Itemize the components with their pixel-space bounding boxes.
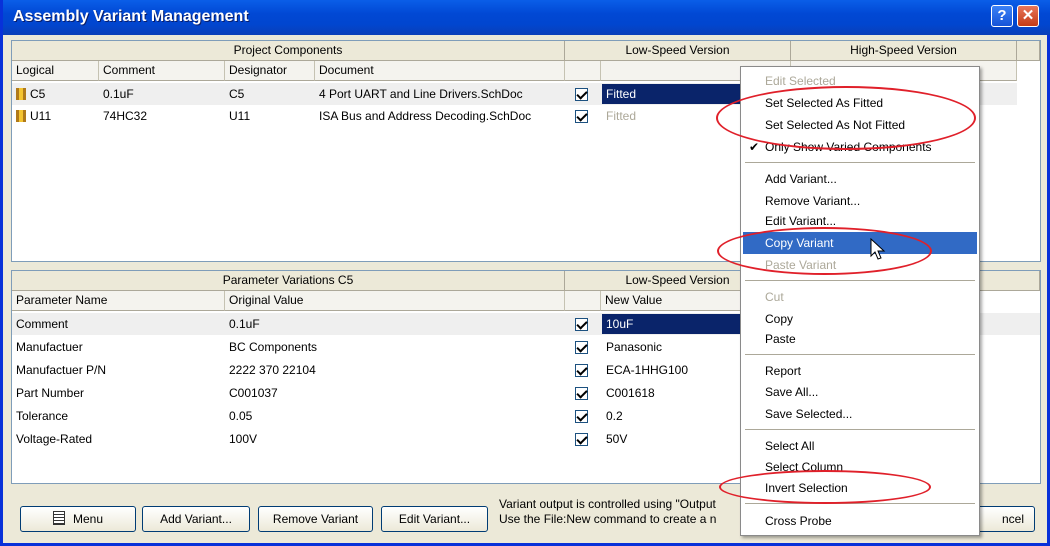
menu-item-cross-probe[interactable]: Cross Probe: [743, 510, 977, 532]
menu-separator: [745, 429, 975, 430]
title-bar: Assembly Variant Management ? ✕: [3, 0, 1050, 35]
group-header-project-components: Project Components: [12, 41, 565, 61]
menu-item-invert-selection[interactable]: Invert Selection: [743, 477, 977, 499]
col-comment[interactable]: Comment: [99, 61, 225, 81]
header-filler: [1017, 41, 1040, 61]
param-name-cell[interactable]: Manufactuer: [12, 336, 225, 358]
menu-button[interactable]: Menu: [20, 506, 136, 532]
group-header-high-speed[interactable]: High-Speed Version: [791, 41, 1017, 61]
col-parameter-name[interactable]: Parameter Name: [12, 291, 225, 311]
col-check: [565, 61, 601, 81]
logical-cell[interactable]: U11: [12, 105, 99, 127]
remove-variant-button[interactable]: Remove Variant: [258, 506, 373, 532]
original-value-cell[interactable]: BC Components: [225, 336, 565, 358]
param-checkbox[interactable]: [575, 433, 588, 446]
param-name-cell[interactable]: Voltage-Rated: [12, 428, 225, 450]
param-checkbox[interactable]: [575, 387, 588, 400]
param-name-cell[interactable]: Tolerance: [12, 405, 225, 427]
help-icon[interactable]: ?: [991, 5, 1013, 27]
new-value-cell[interactable]: 0.2: [602, 405, 752, 427]
menu-item-save-all[interactable]: Save All...: [743, 381, 977, 403]
menu-button-label: Menu: [72, 512, 104, 526]
menu-separator: [745, 354, 975, 355]
menu-separator: [745, 162, 975, 163]
menu-separator: [745, 280, 975, 281]
menu-item-paste[interactable]: Paste: [743, 328, 977, 350]
param-name-cell[interactable]: Part Number: [12, 382, 225, 404]
designator-cell[interactable]: U11: [225, 105, 315, 127]
menu-item-report[interactable]: Report: [743, 360, 977, 382]
param-checkbox[interactable]: [575, 410, 588, 423]
designator-cell[interactable]: C5: [225, 83, 315, 105]
component-icon: [16, 88, 26, 100]
document-cell[interactable]: 4 Port UART and Line Drivers.SchDoc: [315, 83, 565, 105]
menu-item-copy-variant[interactable]: Copy Variant: [743, 232, 977, 254]
menu-item-remove-variant[interactable]: Remove Variant...: [743, 190, 977, 212]
param-checkbox[interactable]: [575, 341, 588, 354]
close-icon[interactable]: ✕: [1017, 5, 1039, 27]
menu-separator: [745, 503, 975, 504]
group-header-low-speed[interactable]: Low-Speed Version: [565, 41, 791, 61]
edit-variant-button[interactable]: Edit Variant...: [381, 506, 488, 532]
window-title: Assembly Variant Management: [13, 8, 249, 25]
param-name-cell[interactable]: Manufactuer P/N: [12, 359, 225, 381]
menu-item-only-show-varied[interactable]: ✔ Only Show Varied Components: [743, 136, 977, 158]
original-value-cell[interactable]: 0.05: [225, 405, 565, 427]
status-line-1: Variant output is controlled using "Outp…: [499, 497, 716, 511]
menu-item-copy[interactable]: Copy: [743, 308, 977, 330]
menu-item-edit-variant[interactable]: Edit Variant...: [743, 210, 977, 232]
variant-value-cell[interactable]: Fitted: [602, 105, 752, 127]
status-text: Variant output is controlled using "Outp…: [499, 497, 716, 527]
logical-value: C5: [30, 87, 46, 101]
new-value-cell[interactable]: 50V: [602, 428, 752, 450]
new-value-cell[interactable]: Panasonic: [602, 336, 752, 358]
param-name-cell[interactable]: Comment: [12, 313, 225, 335]
param-checkbox[interactable]: [575, 318, 588, 331]
document-cell[interactable]: ISA Bus and Address Decoding.SchDoc: [315, 105, 565, 127]
original-value-cell[interactable]: 0.1uF: [225, 313, 565, 335]
component-icon: [16, 110, 26, 122]
logical-value: U11: [30, 109, 52, 123]
menu-item-label: Only Show Varied Components: [765, 140, 932, 154]
col-document[interactable]: Document: [315, 61, 565, 81]
comment-cell[interactable]: 74HC32: [99, 105, 225, 127]
menu-item-select-all[interactable]: Select All: [743, 435, 977, 457]
col-designator[interactable]: Designator: [225, 61, 315, 81]
variant-value-cell[interactable]: Fitted: [602, 84, 752, 104]
original-value-cell[interactable]: C001037: [225, 382, 565, 404]
original-value-cell[interactable]: 2222 370 22104: [225, 359, 565, 381]
status-line-2: Use the File:New command to create a n: [499, 512, 717, 526]
new-value-cell[interactable]: C001618: [602, 382, 752, 404]
menu-icon: [52, 511, 65, 525]
col-check: [565, 291, 601, 311]
menu-item-paste-variant[interactable]: Paste Variant: [743, 254, 977, 276]
col-logical[interactable]: Logical: [12, 61, 99, 81]
original-value-cell[interactable]: 100V: [225, 428, 565, 450]
menu-item-edit-selected[interactable]: Edit Selected: [743, 70, 977, 92]
mouse-pointer-icon: [870, 238, 886, 260]
new-value-cell[interactable]: ECA-1HHG100: [602, 359, 752, 381]
comment-cell[interactable]: 0.1uF: [99, 83, 225, 105]
fitted-checkbox[interactable]: [575, 110, 588, 123]
menu-item-set-fitted[interactable]: Set Selected As Fitted: [743, 92, 977, 114]
menu-item-add-variant[interactable]: Add Variant...: [743, 168, 977, 190]
add-variant-button[interactable]: Add Variant...: [142, 506, 250, 532]
new-value-cell[interactable]: 10uF: [602, 314, 752, 334]
fitted-checkbox[interactable]: [575, 88, 588, 101]
check-icon: ✔: [749, 140, 760, 154]
menu-item-save-selected[interactable]: Save Selected...: [743, 403, 977, 425]
group-header-parameter-variations: Parameter Variations C5: [12, 271, 565, 291]
menu-item-select-column[interactable]: Select Column: [743, 456, 977, 478]
logical-cell[interactable]: C5: [12, 83, 99, 105]
col-original-value[interactable]: Original Value: [225, 291, 565, 311]
param-checkbox[interactable]: [575, 364, 588, 377]
menu-item-set-not-fitted[interactable]: Set Selected As Not Fitted: [743, 114, 977, 136]
context-menu: Edit Selected Set Selected As Fitted Set…: [740, 66, 980, 536]
menu-item-cut[interactable]: Cut: [743, 286, 977, 308]
